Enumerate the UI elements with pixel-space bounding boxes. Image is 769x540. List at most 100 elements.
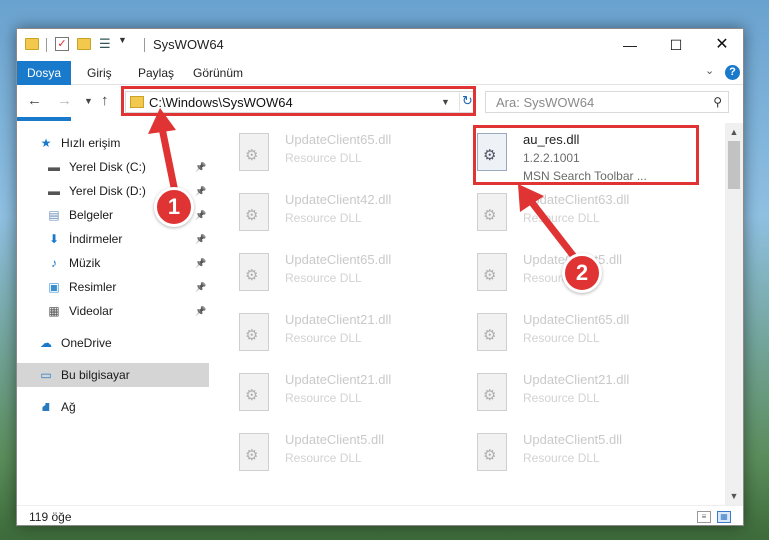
navigation-pane: ★ Hızlı erişim ▬ Yerel Disk (C:) 📌 ▬ Yerel Dis… (17, 123, 209, 499)
file-item[interactable]: UpdateClient5.dll Resource DLL (217, 427, 445, 487)
computer-icon: ▭ (40, 368, 52, 382)
vertical-scrollbar[interactable]: ▲ ▼ (725, 123, 743, 505)
dll-file-icon (239, 133, 269, 171)
address-dropdown-icon[interactable]: ▼ (441, 97, 450, 107)
file-item[interactable]: UpdateClient65.dll Resource DLL (455, 307, 683, 367)
pin-icon[interactable]: 📌 (195, 155, 206, 179)
pin-icon[interactable]: 📌 (195, 299, 206, 323)
dll-file-icon (477, 433, 507, 471)
file-item[interactable]: UpdateClient63.dll Resource DLL (455, 187, 683, 247)
pin-icon[interactable]: 📌 (195, 203, 206, 227)
details-view-icon[interactable]: ≡ (697, 511, 711, 523)
file-description: Resource DLL (285, 211, 362, 225)
window-title: SysWOW64 (153, 37, 224, 52)
sidebar-item[interactable]: ▤ Belgeler 📌 (17, 203, 209, 227)
file-description: Resource DLL (285, 391, 362, 405)
sidebar-item-label: Ağ (61, 400, 76, 414)
maximize-button[interactable]: ☐ (653, 29, 699, 61)
sidebar-item-label: Videolar (69, 304, 113, 318)
recent-locations-icon[interactable]: ▼ (84, 96, 93, 106)
sidebar-item[interactable]: ▬ Yerel Disk (D:) 📌 (17, 179, 209, 203)
search-icon[interactable]: ⚲ (713, 95, 722, 109)
video-icon: ▦ (48, 304, 60, 318)
toolbar-divider (144, 38, 145, 52)
scroll-down-icon[interactable]: ▼ (725, 487, 743, 505)
close-button[interactable]: ✕ (699, 29, 743, 61)
sidebar-item-label: Belgeler (69, 208, 114, 222)
pin-icon[interactable]: 📌 (195, 227, 206, 251)
large-icons-view-icon[interactable]: ▦ (717, 511, 731, 523)
sidebar-item[interactable]: ▬ Yerel Disk (C:) 📌 (17, 155, 209, 179)
item-count: 119 öğe (29, 510, 72, 524)
file-item[interactable]: au_res.dll 1.2.2.1001 MSN Search Toolbar .… (455, 127, 683, 187)
toolbar-divider (46, 38, 47, 52)
file-item[interactable]: UpdateClient42.dll Resource DLL (217, 187, 445, 247)
sidebar-item[interactable]: ▦ Videolar 📌 (17, 299, 209, 323)
tab-view[interactable]: Görünüm (193, 61, 243, 85)
folder-icon[interactable] (25, 38, 39, 50)
expand-ribbon-icon[interactable]: ⌄ (705, 64, 714, 77)
file-name: UpdateClient5.dll (285, 432, 385, 447)
sidebar-item-label: Hızlı erişim (61, 136, 121, 150)
network-icon: ⛘ (41, 400, 51, 414)
scroll-up-icon[interactable]: ▲ (725, 123, 743, 141)
pin-icon[interactable]: 📌 (195, 179, 206, 203)
tab-share[interactable]: Paylaş (138, 61, 174, 85)
file-item[interactable]: UpdateClient21.dll Resource DLL (217, 367, 445, 427)
file-item[interactable]: UpdateClient21.dll Resource DLL (217, 307, 445, 367)
folder-icon (130, 96, 144, 108)
pin-icon[interactable]: 📌 (195, 251, 206, 275)
file-item[interactable]: UpdateClient5.dll Resource DLL (455, 427, 683, 487)
sidebar-item[interactable]: ⛘ Ağ (17, 395, 209, 419)
title-bar: ✓ ☰ ▼ SysWOW64 — ☐ ✕ (17, 29, 743, 61)
file-name: UpdateClient21.dll (523, 372, 630, 387)
sidebar-item-label: Yerel Disk (D:) (69, 184, 146, 198)
sidebar-item[interactable]: ☁ OneDrive (17, 331, 209, 355)
search-box[interactable]: Ara: SysWOW64 ⚲ (485, 91, 729, 113)
sidebar-item[interactable]: ♪ Müzik 📌 (17, 251, 209, 275)
search-input[interactable]: Ara: SysWOW64 (496, 95, 594, 110)
dll-file-icon (239, 373, 269, 411)
minimize-button[interactable]: — (607, 29, 653, 61)
refresh-button[interactable]: ↻ (459, 93, 475, 111)
address-bar[interactable]: C:\Windows\SysWOW64 ▼ ↻ (125, 91, 474, 113)
dll-file-icon (477, 373, 507, 411)
sidebar-item[interactable]: ▭ Bu bilgisayar (17, 363, 209, 387)
check-icon[interactable]: ✓ (55, 37, 69, 51)
file-version: 1.2.2.1001 (523, 151, 580, 165)
address-path[interactable]: C:\Windows\SysWOW64 (149, 95, 293, 110)
file-name: UpdateClient65.dll (285, 132, 392, 147)
status-bar: 119 öğe ≡ ▦ (17, 505, 743, 525)
dll-file-icon (477, 133, 507, 171)
sidebar-item[interactable]: ⬇ İndirmeler 📌 (17, 227, 209, 251)
file-explorer-window: ✓ ☰ ▼ SysWOW64 — ☐ ✕ Dosya Giriş Paylaş … (16, 28, 744, 526)
sidebar-item[interactable]: ★ Hızlı erişim (17, 131, 209, 155)
file-name: UpdateClient42.dll (285, 192, 392, 207)
tab-home[interactable]: Giriş (87, 61, 112, 85)
pin-icon[interactable]: 📌 (195, 275, 206, 299)
up-button[interactable]: ↑ (101, 92, 109, 109)
forward-button[interactable]: → (57, 92, 72, 109)
cloud-icon: ☁ (40, 336, 52, 350)
back-button[interactable]: ← (27, 92, 42, 109)
file-item[interactable]: UpdateClient65.dll Resource DLL (217, 127, 445, 187)
file-name: au_res.dll (523, 132, 580, 147)
sidebar-item-label: İndirmeler (69, 232, 123, 246)
chevron-down-icon[interactable]: ▼ (118, 35, 127, 51)
drive-icon: ▬ (48, 160, 60, 174)
file-item[interactable]: UpdateClient5.dll Resource DLL (455, 247, 683, 307)
scroll-thumb[interactable] (728, 141, 740, 189)
drive-icon: ▬ (48, 184, 60, 198)
download-icon: ⬇ (48, 232, 60, 246)
new-folder-icon[interactable] (77, 38, 91, 50)
file-name: UpdateClient21.dll (285, 312, 392, 327)
sidebar-item[interactable]: ▣ Resimler 📌 (17, 275, 209, 299)
file-description: Resource DLL (285, 451, 362, 465)
file-description: Resource DLL (285, 271, 362, 285)
help-icon[interactable]: ? (725, 65, 740, 80)
file-name: UpdateClient5.dll (523, 252, 623, 267)
file-item[interactable]: UpdateClient65.dll Resource DLL (217, 247, 445, 307)
file-item[interactable]: UpdateClient21.dll Resource DLL (455, 367, 683, 427)
dll-file-icon (477, 313, 507, 351)
properties-icon[interactable]: ☰ (99, 37, 113, 51)
